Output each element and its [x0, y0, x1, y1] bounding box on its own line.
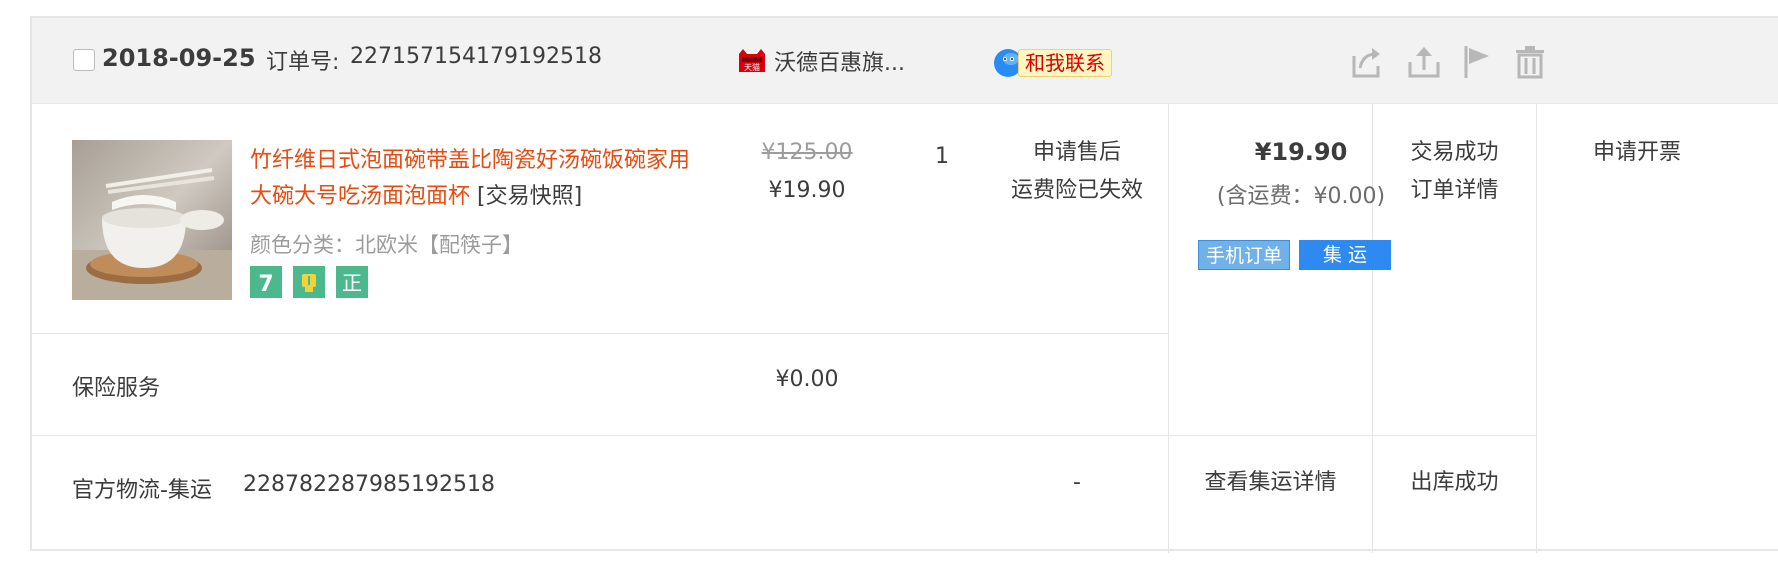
order-detail-link[interactable]: 订单详情 — [1373, 172, 1536, 210]
consolidated-shipping-tag: 集 运 — [1299, 240, 1391, 270]
mobile-order-tag: 手机订单 — [1198, 240, 1290, 270]
logistics-label: 官方物流-集运 — [72, 478, 212, 503]
upload-icon[interactable] — [1404, 42, 1444, 82]
tmall-cat-icon: 天猫 — [739, 49, 765, 72]
outbound-status: 出库成功 — [1410, 470, 1499, 495]
trash-icon[interactable] — [1510, 42, 1550, 82]
row-divider — [32, 435, 1536, 436]
seven-day-return-icon[interactable]: 7 — [250, 266, 282, 298]
order-header: 2018-09-25 订单号: 227157154179192518 天猫 沃德… — [32, 18, 1778, 104]
product-thumbnail[interactable] — [72, 140, 232, 300]
consolidated-detail-link[interactable]: 查看集运详情 — [1169, 464, 1372, 502]
trade-snapshot-link[interactable]: [交易快照] — [477, 184, 582, 209]
insurance-service-label: 保险服务 — [72, 376, 161, 401]
freight-insurance-status: 运费险已失效 — [1010, 178, 1143, 203]
order-select-checkbox[interactable] — [73, 49, 95, 71]
original-price: ¥125.00 — [761, 140, 853, 165]
insurance-price: ¥0.00 — [775, 367, 839, 392]
product-sku: 颜色分类：北欧米【配筷子】 — [250, 233, 523, 257]
shop-name-link[interactable]: 沃德百惠旗... — [774, 45, 905, 77]
trade-status: 交易成功 — [1410, 140, 1499, 165]
product-title-link[interactable]: 竹纤维日式泡面碗带盖比陶瓷好汤碗饭碗家用大碗大号吃汤面泡面杯 — [250, 148, 690, 209]
request-invoice-link[interactable]: 申请开票 — [1537, 134, 1737, 172]
svg-text:7: 7 — [258, 272, 273, 297]
row-divider — [32, 333, 1168, 334]
unit-price: ¥19.90 — [768, 178, 846, 203]
order-number-label: 订单号: — [266, 50, 340, 75]
contact-seller-button[interactable]: 和我联系 — [1018, 49, 1112, 77]
authentic-icon[interactable]: 正 — [336, 266, 368, 298]
order-number: 227157154179192518 — [350, 44, 602, 69]
svg-text:天猫: 天猫 — [744, 62, 760, 72]
logistics-placeholder-dash: - — [1073, 470, 1081, 495]
shipping-guarantee-icon[interactable] — [293, 266, 325, 298]
aftersale-link[interactable]: 申请售后 — [992, 134, 1162, 172]
tracking-number: 228782287985192518 — [243, 472, 495, 497]
product-title-block: 竹纤维日式泡面碗带盖比陶瓷好汤碗饭碗家用大碗大号吃汤面泡面杯 [交易快照] — [250, 143, 700, 215]
order-card: 2018-09-25 订单号: 227157154179192518 天猫 沃德… — [30, 16, 1778, 553]
svg-text:正: 正 — [342, 271, 362, 295]
flag-icon[interactable] — [1457, 42, 1497, 82]
order-date: 2018-09-25 — [102, 44, 256, 72]
quantity: 1 — [935, 144, 949, 169]
share-icon[interactable] — [1346, 42, 1386, 82]
